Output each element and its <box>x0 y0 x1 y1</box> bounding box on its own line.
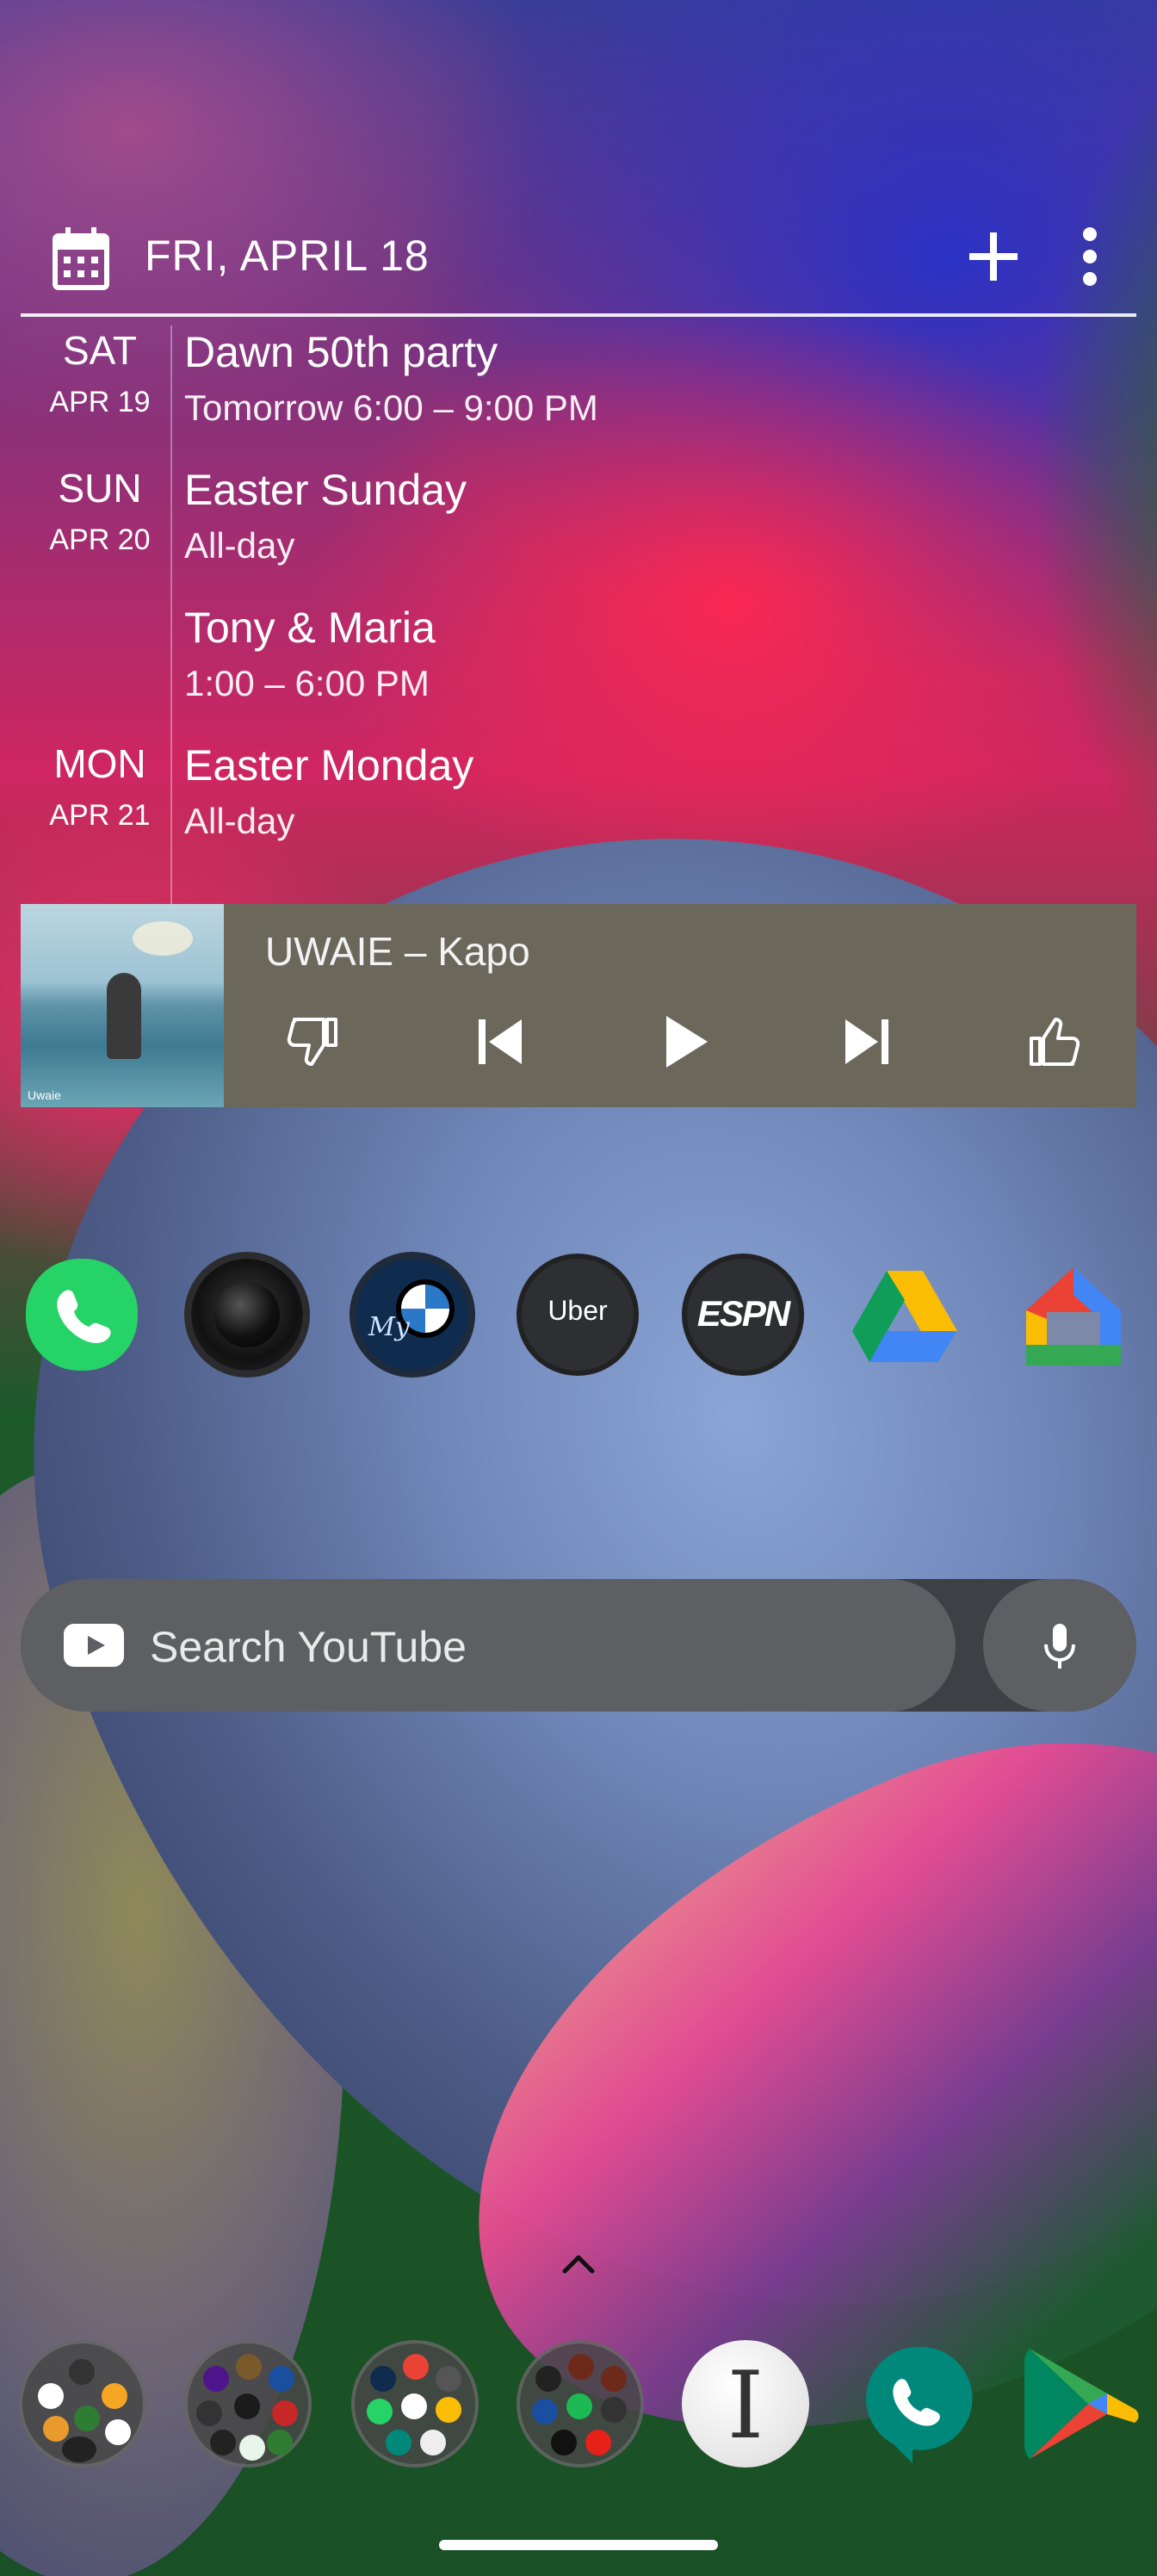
mini-app-icon <box>43 2416 69 2442</box>
mini-app-icon <box>272 2400 298 2426</box>
mini-app-icon <box>210 2430 236 2455</box>
mini-app-icon <box>532 2399 558 2424</box>
calendar-event[interactable]: MON APR 21 Easter Monday All-day <box>21 730 1136 868</box>
phone-glyph-icon <box>57 1290 111 1343</box>
calendar-widget[interactable]: FRI, APRIL 18 SAT APR 19 Dawn 50th party… <box>21 207 1136 904</box>
search-input[interactable]: Search YouTube <box>21 1579 956 1712</box>
folder-icon[interactable] <box>184 2340 312 2468</box>
mic-icon <box>1044 1624 1075 1669</box>
espn-icon[interactable]: ESPN <box>687 1259 799 1371</box>
calendar-icon[interactable] <box>50 224 112 293</box>
now-playing-title: UWAIE – Kapo <box>265 929 530 974</box>
mini-app-icon <box>234 2393 260 2419</box>
calendar-event[interactable]: Tony & Maria 1:00 – 6:00 PM <box>21 592 1136 730</box>
calendar-date-title[interactable]: FRI, APRIL 18 <box>145 231 430 281</box>
event-date: APR 21 <box>49 799 151 832</box>
event-date: APR 20 <box>49 523 151 556</box>
mini-app-icon <box>239 2435 265 2461</box>
event-day: MON <box>53 741 146 786</box>
mini-app-icon <box>585 2430 611 2455</box>
mini-app-icon <box>102 2383 127 2409</box>
whatsapp-icon[interactable] <box>26 1259 138 1371</box>
mini-app-icon <box>370 2366 396 2392</box>
plus-icon[interactable] <box>962 226 1024 288</box>
mini-app-icon <box>551 2430 577 2455</box>
mini-app-icon <box>403 2354 429 2380</box>
mini-app-icon <box>535 2366 561 2392</box>
mini-app-icon <box>386 2430 411 2455</box>
youtube-search-widget[interactable]: Search YouTube <box>21 1579 1136 1712</box>
calendar-header: FRI, APRIL 18 <box>21 207 1136 317</box>
bmw-icon[interactable]: My <box>356 1259 468 1371</box>
mini-app-icon <box>401 2393 427 2419</box>
youtube-icon <box>64 1624 124 1667</box>
skip-next-icon[interactable] <box>833 1007 902 1076</box>
camera-lens <box>214 1282 280 1347</box>
calendar-event[interactable]: SUN APR 20 Easter Sunday All-day <box>21 455 1136 592</box>
drive-icon[interactable] <box>849 1259 961 1371</box>
mini-app-icon <box>601 2366 627 2392</box>
album-art-figure <box>107 973 141 1059</box>
album-art[interactable]: Uwaie <box>21 904 224 1107</box>
folder-icon[interactable] <box>517 2340 644 2468</box>
mic-button[interactable] <box>983 1579 1136 1712</box>
folder-icon[interactable] <box>351 2340 479 2468</box>
mini-app-icon <box>69 2359 95 2385</box>
event-title: Easter Sunday <box>184 466 467 514</box>
calendar-event[interactable]: SAT APR 19 Dawn 50th party Tomorrow 6:00… <box>21 317 1136 455</box>
mini-app-icon <box>269 2366 294 2392</box>
mini-app-icon <box>267 2430 293 2455</box>
mini-app-icon <box>203 2366 229 2392</box>
mini-app-icon <box>436 2397 461 2423</box>
mini-app-icon <box>236 2354 262 2380</box>
mini-app-icon <box>420 2430 446 2455</box>
mini-app-icon <box>367 2399 393 2424</box>
bmw-label: My <box>368 1312 410 1342</box>
instapaper-icon[interactable]: I <box>682 2340 809 2468</box>
search-placeholder: Search YouTube <box>150 1623 467 1671</box>
event-title: Dawn 50th party <box>184 328 498 376</box>
more-vert-icon[interactable] <box>1073 226 1107 288</box>
espn-label: ESPN <box>696 1293 790 1334</box>
event-time: 1:00 – 6:00 PM <box>184 663 430 703</box>
event-title: Tony & Maria <box>184 604 436 652</box>
mini-app-icon <box>436 2366 461 2392</box>
home-gesture-bar[interactable] <box>439 2540 718 2550</box>
camera-icon[interactable] <box>191 1259 303 1371</box>
mini-app-icon <box>74 2406 100 2431</box>
event-time: All-day <box>184 525 295 566</box>
uber-label: Uber <box>548 1295 608 1326</box>
play-icon[interactable] <box>649 1007 718 1076</box>
thumbs-up-icon[interactable] <box>1019 1007 1088 1076</box>
mini-app-icon <box>38 2383 64 2409</box>
album-art-label: Uwaie <box>28 1088 61 1102</box>
mini-app-icon <box>196 2400 222 2426</box>
skip-previous-icon[interactable] <box>465 1007 534 1076</box>
event-day: SUN <box>58 466 142 511</box>
thumbs-down-icon[interactable] <box>279 1007 348 1076</box>
uber-icon[interactable]: Uber <box>522 1259 634 1371</box>
event-time: All-day <box>184 801 295 841</box>
instapaper-label: I <box>727 2352 764 2460</box>
mini-app-icon <box>601 2397 627 2423</box>
event-title: Easter Monday <box>184 741 474 790</box>
play-store-icon[interactable] <box>1018 2340 1145 2468</box>
calendar-event-list[interactable]: SAT APR 19 Dawn 50th party Tomorrow 6:00… <box>21 317 1136 904</box>
album-art-sun <box>133 921 193 956</box>
music-widget[interactable]: Uwaie UWAIE – Kapo <box>21 904 1136 1107</box>
mini-app-icon <box>568 2354 594 2380</box>
home-icon[interactable] <box>1018 1259 1129 1371</box>
chevron-up-icon[interactable] <box>558 2249 599 2280</box>
event-date: APR 19 <box>49 386 151 418</box>
mini-app-icon <box>566 2393 592 2419</box>
event-day: SAT <box>62 328 138 373</box>
folder-icon[interactable] <box>19 2340 146 2468</box>
mini-app-icon <box>62 2437 96 2462</box>
mini-app-icon <box>105 2419 131 2445</box>
phone-icon[interactable] <box>852 2340 980 2468</box>
event-time: Tomorrow 6:00 – 9:00 PM <box>184 387 598 428</box>
